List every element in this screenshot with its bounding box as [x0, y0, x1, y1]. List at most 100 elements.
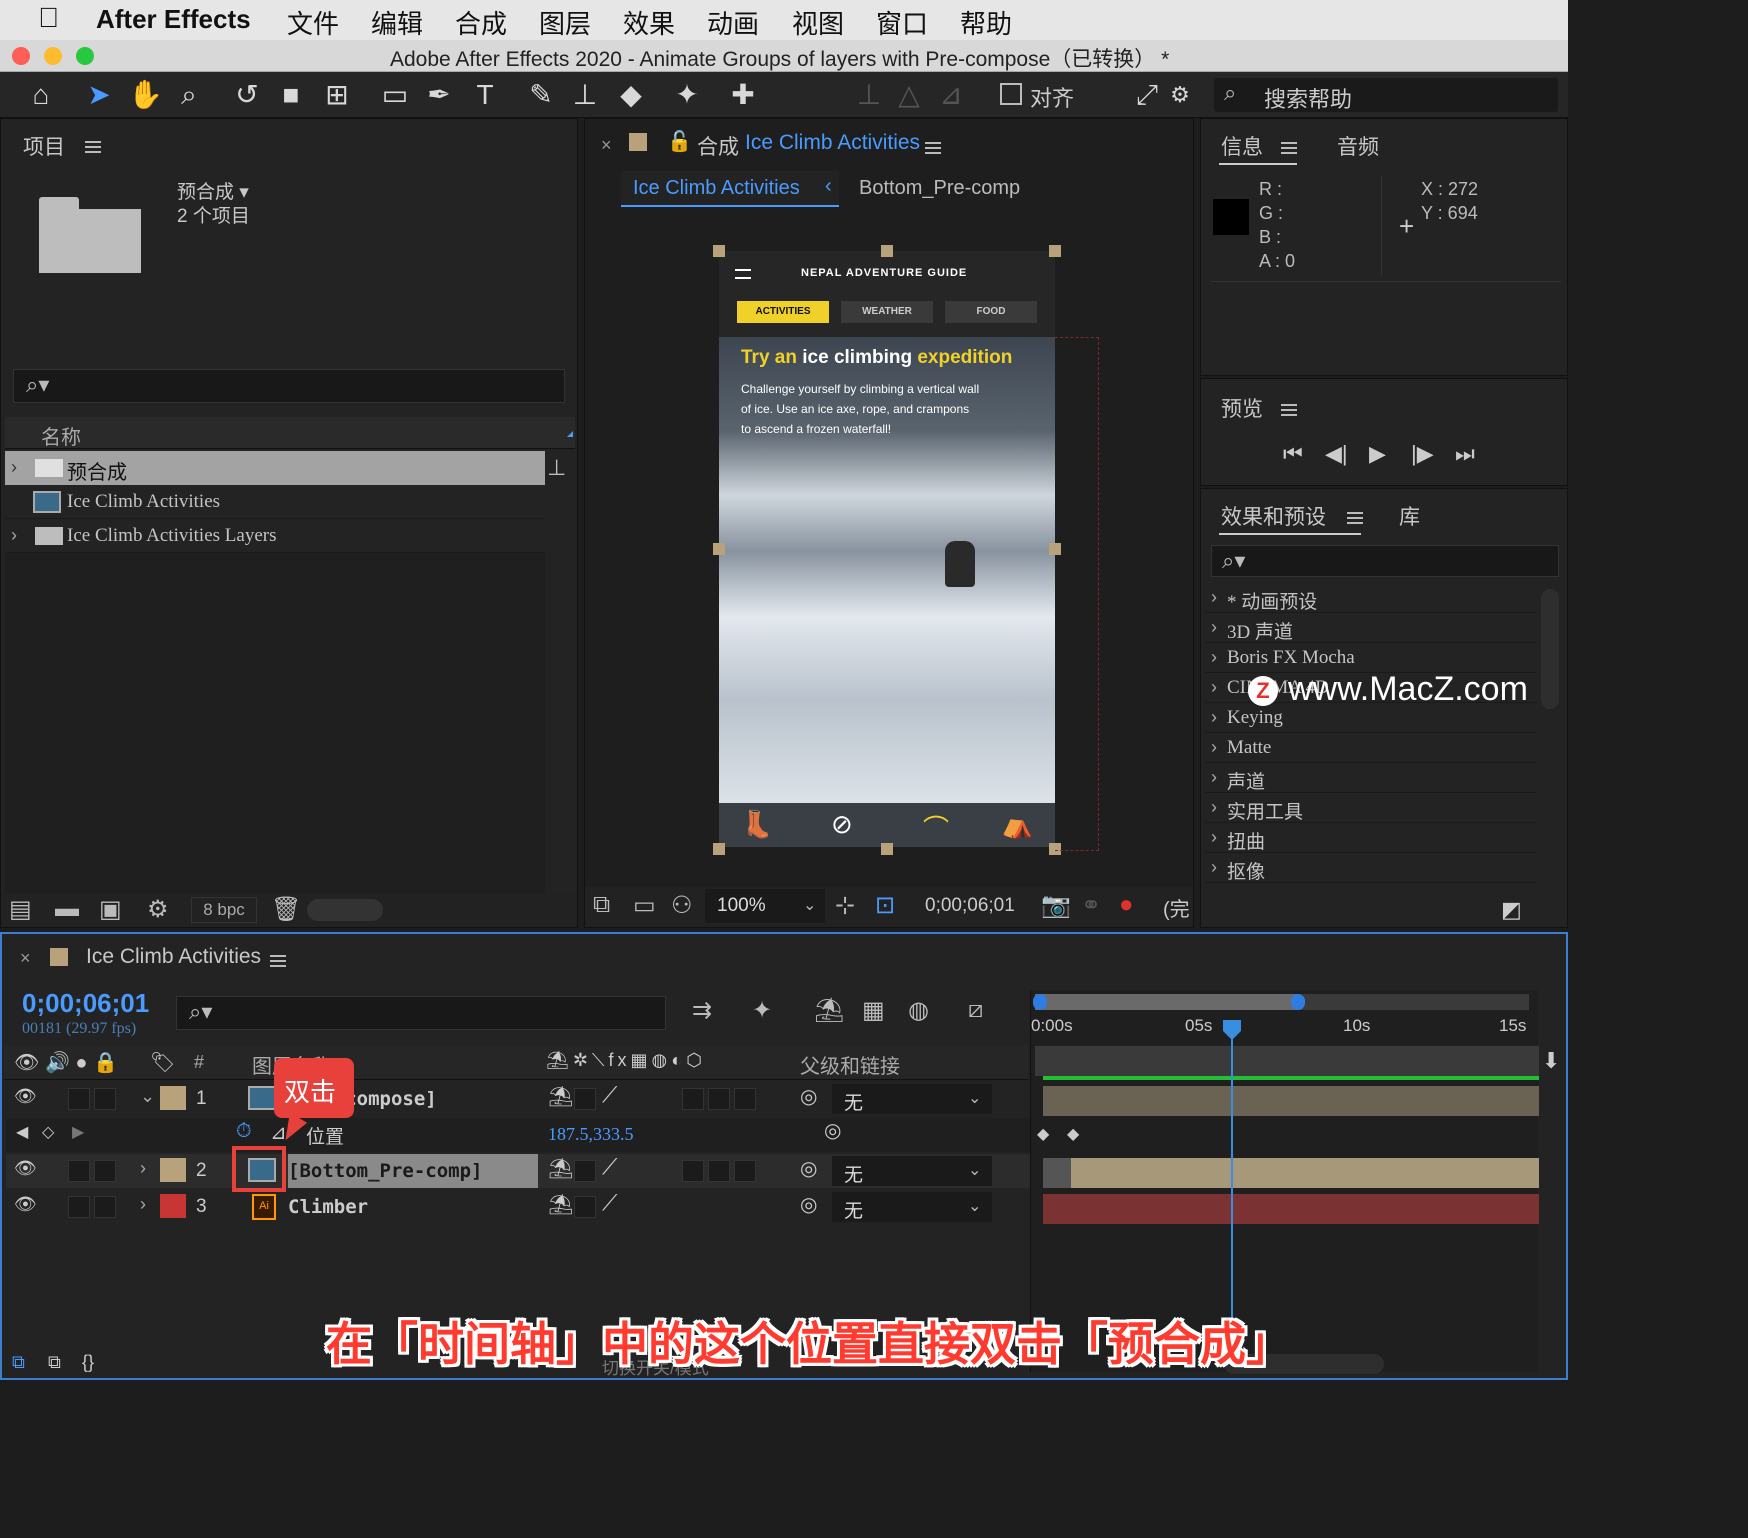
prev-keyframe-icon[interactable]: ◀ — [16, 1122, 28, 1142]
timeline-tab-title[interactable]: Ice Climb Activities — [86, 945, 261, 969]
region-of-interest-icon[interactable]: ⊹ — [835, 891, 855, 920]
lock-switch[interactable] — [94, 1196, 116, 1218]
in-out-panes-icon[interactable]: {} — [82, 1352, 94, 1373]
viewer-timecode[interactable]: 0;00;06;01 — [925, 895, 1015, 917]
tab-audio[interactable]: 音频 — [1337, 131, 1379, 161]
solo-switch[interactable] — [68, 1088, 90, 1110]
motion-blur-switch[interactable] — [734, 1160, 756, 1182]
layer-name[interactable]: [Bottom_Pre-comp] — [288, 1160, 482, 1182]
visibility-eye-icon[interactable]: 👁 — [14, 1194, 37, 1215]
thumbnail-slider[interactable] — [307, 899, 383, 921]
new-composition-icon[interactable]: ▣ — [99, 895, 122, 924]
precomp-layer-icon[interactable] — [248, 1086, 276, 1110]
layer-label-color[interactable] — [160, 1086, 186, 1110]
expand-chevron-icon[interactable]: › — [140, 1158, 146, 1179]
expand-chevron-icon[interactable]: › — [11, 525, 17, 546]
comp-button-icon[interactable]: ⬇ — [1542, 1048, 1560, 1074]
work-area-range[interactable] — [1035, 994, 1297, 1010]
layer-2-track[interactable] — [1071, 1158, 1539, 1188]
work-area-start-handle[interactable] — [1033, 994, 1047, 1010]
type-tool-icon[interactable]: T — [468, 78, 502, 112]
menu-effect[interactable]: 效果 — [623, 4, 675, 41]
transform-handle[interactable] — [881, 843, 893, 855]
menu-edit[interactable]: 编辑 — [371, 4, 423, 41]
effects-item[interactable]: › Matte — [1205, 733, 1537, 763]
effects-item[interactable]: › Boris FX Mocha — [1205, 643, 1537, 673]
timeline-layer-row-2[interactable]: 👁 › 2 [Bottom_Pre-comp] ⛱ ⟋ ◎ 无 ⌄ — [6, 1154, 1030, 1188]
effects-item[interactable]: › 3D 声道 — [1205, 613, 1537, 643]
motion-blur-switch[interactable] — [734, 1088, 756, 1110]
frame-blend-switch[interactable] — [708, 1160, 730, 1182]
rotate-tool-icon[interactable]: ↺ — [230, 78, 264, 112]
pick-whip-icon[interactable]: ◎ — [800, 1084, 817, 1109]
timeline-property-row[interactable]: ◀ ◇ ▶ ⏱ ⊿ 位置 187.5,333.5 ◎ — [6, 1118, 1030, 1152]
tab-effects-presets[interactable]: 效果和预设 — [1221, 501, 1326, 531]
graph-editor-icon[interactable]: ⧄ — [968, 996, 983, 1024]
camera-tool-icon[interactable]: ■ — [274, 78, 308, 112]
transform-handle[interactable] — [713, 543, 725, 555]
timeline-search-input[interactable]: ⌕▾ — [176, 996, 666, 1030]
interpret-footage-icon[interactable]: ▤ — [9, 895, 32, 924]
mask-visibility-icon[interactable]: ⚇ — [671, 891, 693, 920]
roto-brush-tool-icon[interactable]: ✦ — [670, 78, 704, 112]
home-icon[interactable]: ⌂ — [24, 78, 58, 112]
transform-handle[interactable] — [881, 245, 893, 257]
pick-whip-icon[interactable]: ◎ — [800, 1192, 817, 1217]
show-snapshot-icon[interactable]: ⚭ — [1081, 891, 1101, 920]
lock-icon[interactable]: 🔓 — [667, 129, 692, 154]
tab-library[interactable]: 库 — [1399, 501, 1420, 531]
effects-search-input[interactable]: ⌕▾ — [1211, 545, 1559, 577]
layer-1-track[interactable] — [1043, 1086, 1539, 1116]
workspace-settings-icon[interactable]: ⚙ — [1160, 78, 1200, 112]
visibility-eye-icon[interactable]: 👁 — [14, 1158, 37, 1179]
tab-info[interactable]: 信息 — [1221, 131, 1263, 161]
world-axis-icon[interactable]: △ — [892, 78, 926, 112]
zoom-tool-icon[interactable]: ⌕ — [172, 78, 206, 112]
next-frame-icon[interactable]: |▶︎ — [1411, 441, 1434, 467]
search-help-field[interactable]: ⌕ 搜索帮助 — [1214, 78, 1558, 112]
new-preset-icon[interactable]: ◩ — [1501, 897, 1522, 923]
hand-tool-icon[interactable]: ✋ — [128, 78, 163, 112]
first-frame-icon[interactable]: ⏮ — [1283, 441, 1303, 467]
apple-icon[interactable]:  — [38, 2, 59, 34]
close-panel-icon[interactable]: × — [20, 948, 31, 969]
menu-view[interactable]: 视图 — [792, 4, 844, 41]
menu-composition[interactable]: 合成 — [455, 4, 507, 41]
lock-switch[interactable] — [94, 1088, 116, 1110]
keyframe-icon[interactable]: ◆ — [1067, 1124, 1079, 1144]
project-row-ice-climb-comp[interactable]: Ice Climb Activities — [5, 485, 545, 519]
effects-item[interactable]: › 实用工具 — [1205, 793, 1537, 823]
motion-blur-icon[interactable]: ◍ — [908, 996, 929, 1025]
timeline-layer-row-3[interactable]: 👁 › 3 Ai Climber ⛱ ⟋ ◎ 无 ⌄ — [6, 1190, 1030, 1224]
always-preview-icon[interactable]: ⧉ — [593, 891, 610, 919]
illustrator-layer-icon[interactable]: Ai — [252, 1194, 276, 1220]
collapse-chevron-icon[interactable]: ⌄ — [140, 1086, 155, 1107]
collapse-switch[interactable] — [574, 1196, 596, 1218]
property-value[interactable]: 187.5,333.5 — [548, 1124, 634, 1145]
layer-2-track-offset[interactable] — [1043, 1158, 1071, 1188]
property-pick-whip-icon[interactable]: ◎ — [824, 1118, 841, 1143]
align-checkbox[interactable] — [1000, 83, 1022, 105]
effects-item[interactable]: › 扭曲 — [1205, 823, 1537, 853]
effects-item[interactable]: › 声道 — [1205, 763, 1537, 793]
stopwatch-icon[interactable]: ⏱ — [236, 1120, 252, 1143]
workspace-icon[interactable]: ⤢ — [1130, 78, 1164, 112]
shy-switch-icon[interactable]: ⛱ — [548, 1156, 573, 1181]
effects-item[interactable]: › 抠像 — [1205, 853, 1537, 883]
comp-viewer-frame[interactable]: NEPAL ADVENTURE GUIDE ACTIVITIES WEATHER… — [719, 251, 1055, 847]
local-axis-icon[interactable]: ⊥ — [852, 78, 886, 112]
transparency-grid-icon[interactable]: ⊡ — [875, 891, 895, 920]
solo-switch[interactable] — [68, 1160, 90, 1182]
zoom-select[interactable]: 100% ⌄ — [705, 889, 825, 923]
pick-whip-icon[interactable]: ◎ — [800, 1156, 817, 1181]
timeline-layer-row-1[interactable]: 👁 ⌄ 1 [Pre-compose] ⛱ ⟋ ◎ 无 ⌄ — [6, 1082, 1030, 1116]
menu-animation[interactable]: 动画 — [707, 4, 759, 41]
app-menu[interactable]: After Effects — [96, 4, 251, 35]
frame-blending-icon[interactable]: ▦ — [862, 996, 885, 1025]
flowchart-icon[interactable]: ⊥ — [547, 455, 566, 481]
expand-chevron-icon[interactable]: › — [140, 1194, 146, 1215]
draft-3d-icon[interactable]: ✦ — [752, 996, 772, 1025]
menu-window[interactable]: 窗口 — [876, 4, 928, 41]
bit-depth-button[interactable]: 8 bpc — [191, 897, 257, 923]
breadcrumb-active[interactable]: Ice Climb Activities ‹ — [621, 171, 839, 207]
